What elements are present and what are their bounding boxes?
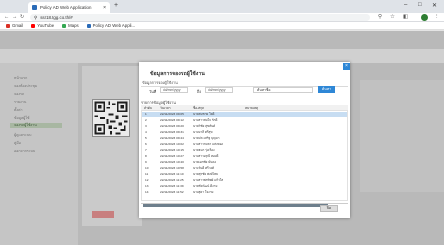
bookmark-gmail[interactable]: Gmail	[6, 23, 23, 28]
table-row[interactable]: 8 22/11/2023 10:27 นางสาวอรุณี ทองดี	[142, 154, 347, 159]
search-input[interactable]: ค้นหาชื่อ	[253, 87, 313, 93]
profile-avatar[interactable]	[421, 14, 428, 21]
table-cell: 7	[145, 148, 147, 152]
modal-close-icon[interactable]: ×	[343, 63, 350, 70]
new-tab-icon[interactable]: +	[114, 2, 118, 9]
column-header[interactable]: ชื่อ-สกุล	[193, 106, 204, 111]
tab-close-icon[interactable]: ×	[103, 5, 106, 11]
table-cell: 22/11/2023 09:31	[160, 130, 184, 134]
browser-menu-icon[interactable]: ⋮	[434, 14, 440, 20]
table-cell: 22/11/2023 09:44	[160, 136, 184, 140]
forward-icon[interactable]: →	[12, 14, 17, 20]
table-cell: 22/11/2023 11:52	[160, 190, 184, 194]
table-row[interactable]: 7 22/11/2023 10:15 นายธนา รุ่งเรือง	[142, 148, 347, 153]
table-cell: นายสมชาย ใจดี	[193, 112, 215, 116]
column-header[interactable]: วันเวลา	[160, 106, 171, 111]
bookmarks-bar: Gmail YouTube Maps Policy AD Web Appli..…	[0, 22, 444, 30]
table-row[interactable]: 14 22/11/2023 11:52 นางสุดา ใจงาม	[142, 190, 347, 195]
date-label: วันที่	[149, 90, 157, 94]
table-cell: 1	[145, 112, 147, 116]
table-cell: 14	[145, 190, 149, 194]
table-cell: 13	[145, 184, 149, 188]
table-cell: 22/11/2023 11:25	[160, 178, 184, 182]
table-cell: นางสาวสมใจ รักดี	[193, 118, 218, 122]
column-header[interactable]: ลำดับ	[144, 106, 152, 111]
close-button[interactable]: ปิด	[320, 205, 338, 212]
back-icon[interactable]: ←	[4, 14, 9, 20]
table-row[interactable]: 4 22/11/2023 09:31 นางมาลี ศรีสุข	[142, 130, 347, 135]
column-header[interactable]: หมายเหตุ	[245, 106, 258, 111]
url-input[interactable]: ⚲ ssr18.tgg.co.th/#	[30, 14, 370, 21]
table-cell: 22/11/2023 11:10	[160, 172, 184, 176]
table-cell: 3	[145, 124, 147, 128]
table-row[interactable]: 1 22/11/2023 09:05 นายสมชาย ใจดี	[142, 112, 347, 117]
table-cell: นางสาวอรุณี ทองดี	[193, 154, 219, 158]
table-cell: นางมาลี ศรีสุข	[193, 130, 213, 134]
table-row[interactable]: 12 22/11/2023 11:25 นางสาวพรทิพย์ แก้วใส	[142, 178, 347, 183]
table-cell: 22/11/2023 10:02	[160, 142, 184, 146]
reload-icon[interactable]: ↻	[20, 14, 24, 20]
table-cell: 22/11/2023 10:27	[160, 154, 184, 158]
table-row[interactable]: 10 22/11/2023 10:58 นางวันดี ศรีวงศ์	[142, 166, 347, 171]
url-text: ssr18.tgg.co.th/#	[40, 15, 73, 20]
table-cell: นางสาวกมลา แสงทอง	[193, 142, 223, 146]
table-cell: 22/11/2023 10:58	[160, 166, 184, 170]
table-cell: นางวันดี ศรีวงศ์	[193, 166, 214, 170]
table-row[interactable]: 9 22/11/2023 10:40 นายเอกชัย มั่นคง	[142, 160, 347, 165]
date-from-input[interactable]: dd/mm/yyyy	[160, 87, 188, 93]
table-cell: 8	[145, 154, 147, 158]
table-cell: นายวิชัย สุขสันต์	[193, 124, 216, 128]
extensions-icon[interactable]: ◧	[403, 14, 408, 20]
close-window-icon[interactable]: ✕	[432, 2, 437, 9]
maximize-icon[interactable]: □	[418, 2, 422, 8]
table-cell: 10	[145, 166, 149, 170]
zoom-icon[interactable]: ⚲	[378, 14, 382, 20]
table-cell: 4	[145, 130, 147, 134]
table-row[interactable]: 2 22/11/2023 09:12 นางสาวสมใจ รักดี	[142, 118, 347, 123]
table-scrollbar[interactable]	[143, 204, 328, 207]
policy-ad-icon	[86, 23, 91, 28]
search-button[interactable]: ค้นหา	[318, 86, 335, 93]
table-cell: 12	[145, 178, 149, 182]
table-row[interactable]: 3 22/11/2023 09:20 นายวิชัย สุขสันต์	[142, 124, 347, 129]
bookmark-youtube[interactable]: YouTube	[31, 23, 54, 28]
table-cell: 22/11/2023 09:12	[160, 118, 184, 122]
table-cell: 22/11/2023 10:15	[160, 148, 184, 152]
modal-title: ข้อมูลการจองรถผู้ใช้งาน	[150, 71, 205, 77]
date-to-input[interactable]: dd/mm/yyyy	[205, 87, 233, 93]
table-row[interactable]: 13 22/11/2023 11:39 นายชัยวัฒน์ ดีงาม	[142, 184, 347, 189]
youtube-icon	[31, 23, 36, 28]
table-cell: 2	[145, 118, 147, 122]
table-cell: 22/11/2023 09:05	[160, 112, 184, 116]
table-cell: นายชัยวัฒน์ ดีงาม	[193, 184, 218, 188]
table-cell: 22/11/2023 09:20	[160, 124, 184, 128]
browser-tab[interactable]: Policy AD Web Application ×	[28, 2, 110, 13]
table-cell: 22/11/2023 10:40	[160, 160, 184, 164]
table-row[interactable]: 5 22/11/2023 09:44 นายประเสริฐ บุญมา	[142, 136, 347, 141]
table-cell: นายเอกชัย มั่นคง	[193, 160, 216, 164]
tab-favicon-icon	[32, 5, 37, 10]
table-cell: นายธนา รุ่งเรือง	[193, 148, 215, 152]
table-cell: นางสาวพรทิพย์ แก้วใส	[193, 178, 224, 182]
table-cell: 9	[145, 160, 147, 164]
site-info-icon[interactable]: ⚲	[34, 15, 37, 21]
table-row[interactable]: 11 22/11/2023 11:10 นายสุรชัย พงษ์ไทย	[142, 172, 347, 177]
table-cell: นายประเสริฐ บุญมา	[193, 136, 220, 140]
table-cell: 22/11/2023 11:39	[160, 184, 184, 188]
bookmark-maps[interactable]: Maps	[62, 23, 79, 28]
table-cell: 6	[145, 142, 147, 146]
tab-title: Policy AD Web Application	[40, 5, 92, 10]
table-row[interactable]: 6 22/11/2023 10:02 นางสาวกมลา แสงทอง	[142, 142, 347, 147]
table-cell: 11	[145, 172, 149, 176]
to-label: ถึง	[197, 90, 202, 94]
maps-icon	[62, 23, 67, 28]
bookmark-star-icon[interactable]: ☆	[390, 14, 395, 20]
table-cell: 5	[145, 136, 147, 140]
gmail-icon	[6, 23, 10, 28]
table-cell: นางสุดา ใจงาม	[193, 190, 214, 194]
minimize-icon[interactable]: –	[404, 2, 407, 8]
bookmark-policy-ad[interactable]: Policy AD Web Appli...	[86, 23, 135, 28]
table-cell: นายสุรชัย พงษ์ไทย	[193, 172, 218, 176]
